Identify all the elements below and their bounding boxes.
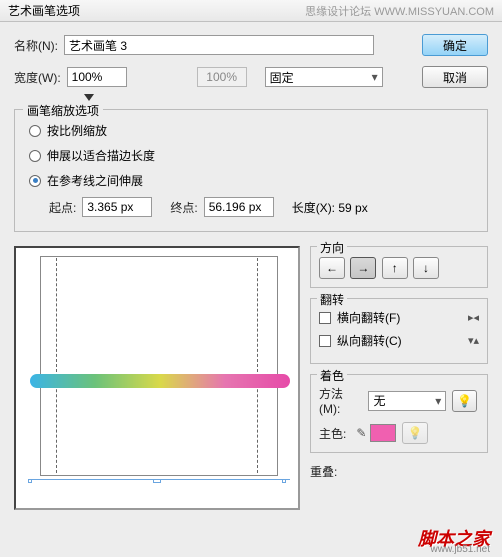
- brush-preview: [14, 246, 300, 510]
- flip-h-icon: ▸◂: [468, 311, 479, 324]
- width-label: 宽度(W):: [14, 69, 61, 86]
- watermark-top: 思缘设计论坛 WWW.MISSYUAN.COM: [305, 3, 494, 19]
- tips-button-2: 💡: [402, 422, 428, 444]
- keycolor-label: 主色:: [319, 425, 346, 442]
- brush-stroke: [30, 374, 290, 388]
- scale-legend: 画笔缩放选项: [23, 102, 103, 119]
- length-display: 长度(X): 59 px: [292, 199, 368, 216]
- dir-left-button[interactable]: ←: [319, 257, 345, 279]
- guide-end[interactable]: [257, 258, 258, 473]
- flip-group: 翻转 横向翻转(F) ▸◂ 纵向翻转(C) ▾▴: [310, 298, 488, 364]
- dir-down-button[interactable]: ↓: [413, 257, 439, 279]
- flip-title: 翻转: [317, 291, 347, 308]
- start-input[interactable]: [82, 197, 152, 217]
- width-mode-select[interactable]: 固定: [265, 67, 383, 87]
- scale-options-group: 画笔缩放选项 按比例缩放 伸展以适合描边长度 在参考线之间伸展 起点: 终点: …: [14, 109, 488, 232]
- dialog-title: 艺术画笔选项: [8, 2, 80, 19]
- method-select[interactable]: 无: [368, 391, 446, 411]
- keycolor-swatch[interactable]: [370, 424, 396, 442]
- ok-button[interactable]: 确定: [422, 34, 488, 56]
- start-label: 起点:: [49, 199, 76, 216]
- sel-handle-center[interactable]: [153, 479, 161, 483]
- titlebar: 艺术画笔选项 思缘设计论坛 WWW.MISSYUAN.COM: [0, 0, 502, 22]
- width-slider-handle[interactable]: [84, 94, 94, 101]
- method-label: 方法(M):: [319, 385, 362, 416]
- end-input[interactable]: [204, 197, 274, 217]
- direction-group: 方向 ← → ↑ ↓: [310, 246, 488, 288]
- width-display: 100%: [197, 67, 247, 87]
- guide-start[interactable]: [56, 258, 57, 473]
- name-input[interactable]: [64, 35, 374, 55]
- flip-h-checkbox[interactable]: 横向翻转(F) ▸◂: [319, 309, 479, 326]
- eyedropper-icon[interactable]: ✎: [356, 426, 366, 440]
- name-label: 名称(N):: [14, 37, 58, 54]
- radio-stretch-guides[interactable]: 在参考线之间伸展: [29, 172, 473, 189]
- artboard: [40, 256, 278, 476]
- flip-v-checkbox[interactable]: 纵向翻转(C) ▾▴: [319, 332, 479, 349]
- colorize-title: 着色: [317, 367, 347, 384]
- overlap-label: 重叠:: [310, 463, 337, 480]
- end-label: 终点:: [170, 199, 197, 216]
- direction-title: 方向: [317, 239, 347, 256]
- radio-stretch-fit[interactable]: 伸展以适合描边长度: [29, 147, 473, 164]
- radio-proportional[interactable]: 按比例缩放: [29, 122, 473, 139]
- sel-handle-left[interactable]: [28, 479, 32, 483]
- width-input[interactable]: [67, 67, 127, 87]
- sel-handle-right[interactable]: [282, 479, 286, 483]
- flip-v-icon: ▾▴: [468, 334, 479, 347]
- tips-button[interactable]: 💡: [452, 390, 477, 412]
- cancel-button[interactable]: 取消: [422, 66, 488, 88]
- colorize-group: 着色 方法(M): 无 💡 主色: ✎ 💡: [310, 374, 488, 453]
- dir-up-button[interactable]: ↑: [382, 257, 408, 279]
- dir-right-button[interactable]: →: [350, 257, 376, 279]
- watermark-url: www.jb51.net: [431, 544, 490, 555]
